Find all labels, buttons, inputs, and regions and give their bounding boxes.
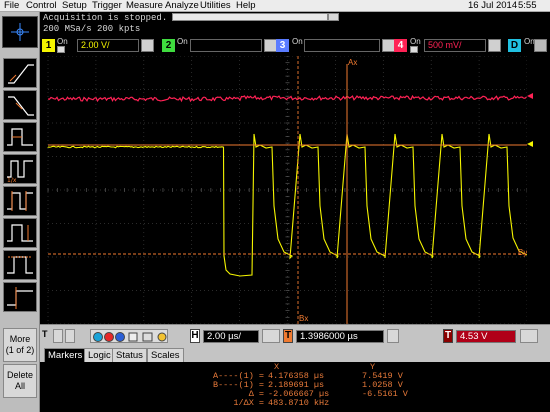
svg-text:1/x: 1/x bbox=[7, 177, 17, 183]
menu-utilities[interactable]: Utilities bbox=[200, 0, 231, 12]
more-button[interactable]: More (1 of 2) bbox=[3, 328, 37, 362]
acquisition-progress-bar bbox=[172, 13, 328, 21]
channel-3-on-label: On bbox=[292, 37, 303, 46]
delete-all-button[interactable]: Delete All bbox=[3, 364, 37, 398]
channel-1-on-label: On bbox=[57, 37, 68, 46]
color-toolbar bbox=[90, 329, 168, 343]
time-reference-value[interactable]: 1.3986000 µs bbox=[296, 330, 384, 343]
acquisition-status: Acquisition is stopped. bbox=[43, 13, 168, 23]
markers-panel: X Y A----(1) = 4.176358 µs 7.5419 V B---… bbox=[40, 362, 550, 412]
channel-2-number[interactable]: 2 bbox=[162, 39, 175, 52]
channel-4-settings-icon[interactable] bbox=[488, 39, 501, 52]
digital-settings-icon[interactable] bbox=[534, 39, 547, 52]
time-label: 5:55 PM bbox=[518, 0, 537, 23]
marker-ax-label: Ax bbox=[348, 58, 358, 67]
more-sublabel: (1 of 2) bbox=[5, 345, 35, 355]
period-icon: 1/x bbox=[7, 160, 33, 184]
menu-file[interactable]: File bbox=[4, 0, 19, 12]
channel-4-on-checkbox[interactable] bbox=[410, 46, 418, 53]
zoom-out-button[interactable] bbox=[53, 329, 63, 343]
channel-1-on-checkbox[interactable] bbox=[57, 46, 65, 53]
horizontal-scale[interactable]: 2.00 µs/ bbox=[203, 330, 259, 343]
horizontal-settings-icon[interactable] bbox=[262, 329, 280, 343]
delete-sublabel: All bbox=[14, 381, 25, 391]
rising-slope-icon bbox=[8, 64, 34, 84]
crosshair-icon bbox=[11, 23, 29, 41]
channel-1-scale[interactable]: 2.00 V/ bbox=[77, 39, 139, 52]
tab-scales[interactable]: Scales bbox=[147, 348, 184, 362]
channel-2-scale[interactable] bbox=[190, 39, 262, 52]
trigger-level[interactable]: 4.53 V bbox=[456, 330, 516, 343]
digital-channel-number[interactable]: D bbox=[508, 39, 521, 52]
pulse-width-measure-button[interactable] bbox=[3, 122, 37, 152]
waveform-display[interactable]: Ax Bx By bbox=[40, 56, 545, 324]
color-cyan-dot bbox=[93, 332, 103, 342]
marker-mode-button[interactable] bbox=[2, 16, 38, 48]
level-marker-strip bbox=[527, 56, 550, 324]
left-level-strip bbox=[40, 56, 50, 324]
info-tabs: Markers Logic Status Scales bbox=[40, 346, 550, 362]
channel-3-number[interactable]: 3 bbox=[276, 39, 289, 52]
trigger-settings-icon[interactable] bbox=[520, 329, 538, 343]
left-toolbar: 1/x More (1 of 2) Delete All bbox=[0, 12, 40, 412]
color-red-dot bbox=[104, 332, 114, 342]
vertical-marker-icon bbox=[7, 256, 33, 274]
time-reference-label: T bbox=[283, 329, 293, 343]
channel-4-on-label: On bbox=[410, 37, 421, 46]
sample-rate: 200 MSa/s 200 kpts bbox=[43, 24, 141, 34]
delete-label: Delete bbox=[6, 370, 33, 380]
channel-3-scale[interactable] bbox=[304, 39, 380, 52]
menu-setup[interactable]: Setup bbox=[62, 0, 87, 12]
falling-edge-measure-button[interactable] bbox=[3, 90, 37, 120]
marker-bx-label: Bx bbox=[299, 314, 309, 323]
frequency-icon bbox=[7, 191, 33, 211]
horizontal-label: H bbox=[190, 329, 200, 343]
menu-help[interactable]: Help bbox=[236, 0, 256, 12]
step-icon bbox=[7, 287, 33, 309]
channel-4-number[interactable]: 4 bbox=[394, 39, 407, 52]
falling-slope-icon bbox=[8, 96, 34, 116]
channel-1-number[interactable]: 1 bbox=[42, 39, 55, 52]
marker-delta-y: -6.5161 V bbox=[362, 389, 408, 399]
more-label: More bbox=[9, 334, 31, 344]
period-measure-button[interactable]: 1/x bbox=[3, 154, 37, 184]
trigger-label: T bbox=[443, 329, 453, 343]
channel-1-settings-icon[interactable] bbox=[141, 39, 154, 52]
amplitude-icon bbox=[7, 224, 33, 242]
zoom-in-button[interactable] bbox=[65, 329, 75, 343]
menu-trigger[interactable]: Trigger bbox=[92, 0, 122, 12]
color-blue-dot bbox=[115, 332, 125, 342]
pulse-icon bbox=[7, 128, 33, 146]
marker-inv-delta-x: 483.8710 kHz bbox=[268, 398, 330, 408]
tab-markers[interactable]: Markers bbox=[44, 348, 87, 362]
timebase-bar: T H 2.00 µs/ T 1.3986000 µs T 4.53 V bbox=[40, 324, 550, 346]
acquisition-bar: Acquisition is stopped. 200 MSa/s 200 kp… bbox=[0, 12, 550, 36]
menu-measure[interactable]: Measure bbox=[126, 0, 163, 12]
menu-analyze[interactable]: Analyze bbox=[165, 0, 199, 12]
graticule bbox=[47, 56, 528, 324]
channel-row: 1 On 2.00 V/ 2 On 3 On 4 On 500 mV/ D On bbox=[40, 36, 550, 56]
custom-measure-button[interactable] bbox=[3, 282, 37, 312]
channel-4-scale[interactable]: 500 mV/ bbox=[424, 39, 486, 52]
menu-bar: File Control Setup Trigger Measure Analy… bbox=[0, 0, 550, 23]
marker-inv-delta-label: 1/ΔX = bbox=[233, 398, 264, 408]
marker-by-label: By bbox=[518, 248, 528, 257]
waveform-canvas bbox=[47, 56, 528, 324]
amplitude-measure-button[interactable] bbox=[3, 218, 37, 248]
acquisition-dropdown[interactable] bbox=[328, 13, 339, 21]
date-label: 16 Jul 2014 bbox=[468, 0, 518, 11]
frequency-measure-button[interactable] bbox=[3, 186, 37, 216]
vertical-measure-button[interactable] bbox=[3, 250, 37, 280]
time-reference-settings-icon[interactable] bbox=[387, 329, 399, 343]
tab-logic[interactable]: Logic bbox=[84, 348, 115, 362]
trigger-indicator: T bbox=[42, 329, 48, 339]
menu-control[interactable]: Control bbox=[26, 0, 57, 12]
tab-status[interactable]: Status bbox=[112, 348, 147, 362]
rising-edge-measure-button[interactable] bbox=[3, 58, 37, 88]
channel-2-on-label: On bbox=[177, 37, 188, 46]
